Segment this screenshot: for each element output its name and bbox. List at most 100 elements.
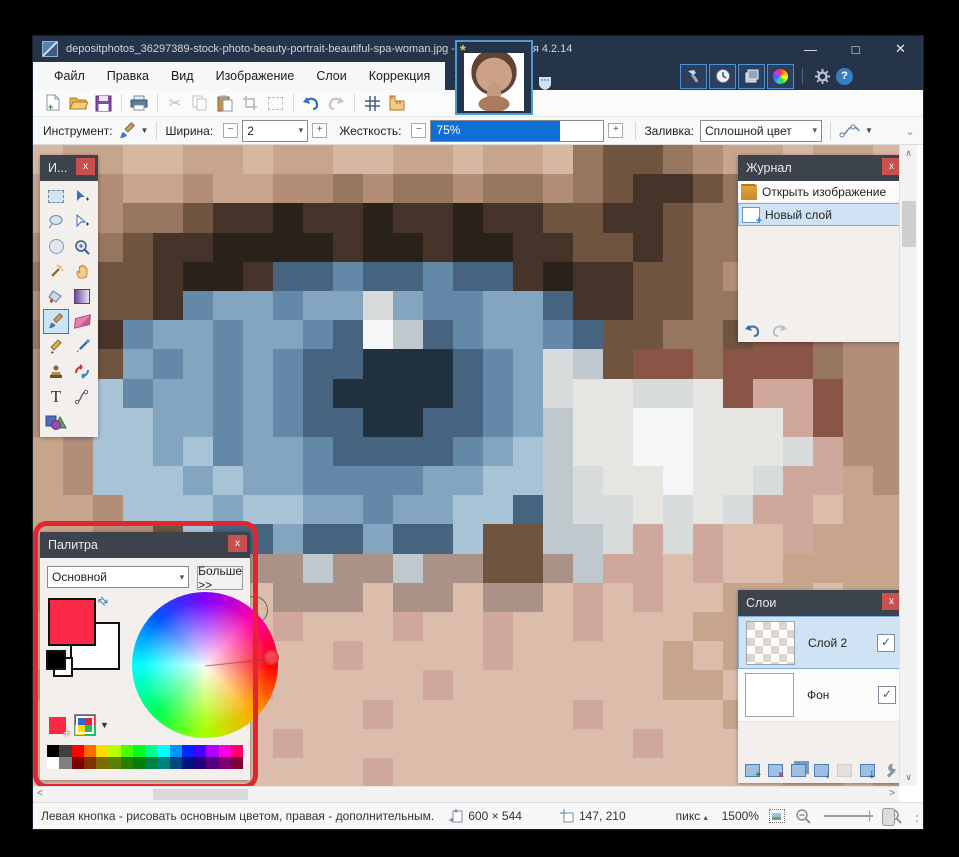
palette-panel-header[interactable]: Палитра x bbox=[40, 532, 250, 558]
duplicate-layer-button[interactable] bbox=[788, 761, 808, 780]
tool-zoom[interactable] bbox=[69, 234, 95, 259]
tool-move-selection-outline[interactable] bbox=[69, 209, 95, 234]
copy-button[interactable] bbox=[188, 92, 212, 114]
tools-panel-header[interactable]: И... x bbox=[40, 155, 98, 181]
palette-swatch[interactable] bbox=[59, 757, 71, 769]
close-button[interactable]: ✕ bbox=[878, 36, 923, 62]
minimize-button[interactable]: — bbox=[788, 36, 833, 62]
tool-color-picker[interactable] bbox=[69, 334, 95, 359]
tool-gradient[interactable] bbox=[69, 284, 95, 309]
canvas-area[interactable]: И... x T bbox=[33, 145, 899, 786]
tool-pencil[interactable] bbox=[43, 334, 69, 359]
width-combobox[interactable]: 2▾ bbox=[242, 120, 308, 142]
tool-move-selection[interactable] bbox=[69, 184, 95, 209]
history-panel-close-button[interactable]: x bbox=[882, 158, 899, 175]
scroll-left-arrow[interactable]: < bbox=[37, 788, 43, 799]
tools-toggle-button[interactable] bbox=[680, 64, 707, 89]
palette-swatch[interactable] bbox=[84, 757, 96, 769]
palette-swatch[interactable] bbox=[121, 757, 133, 769]
tool-clone-stamp[interactable] bbox=[43, 359, 69, 384]
palette-swatch[interactable] bbox=[96, 757, 108, 769]
tool-shapes[interactable] bbox=[43, 409, 69, 434]
menu-item-5[interactable]: Коррекция bbox=[358, 69, 441, 83]
history-item-0[interactable]: Открыть изображение bbox=[738, 181, 899, 203]
unit-selector[interactable]: пикс ▴ bbox=[676, 809, 708, 823]
palette-mode-combobox[interactable]: Основной▾ bbox=[47, 566, 189, 588]
palette-swatch[interactable] bbox=[194, 757, 206, 769]
zoom-slider-thumb[interactable] bbox=[882, 808, 895, 826]
image-tab[interactable]: * bbox=[455, 40, 533, 115]
tool-magic-wand[interactable] bbox=[43, 259, 69, 284]
palette-swatch[interactable] bbox=[231, 757, 243, 769]
antialiasing-button[interactable]: ▼ bbox=[839, 124, 873, 138]
color-wheel-selector[interactable] bbox=[264, 650, 279, 665]
history-undo-icon[interactable] bbox=[744, 324, 762, 338]
layers-panel-header[interactable]: Слои x bbox=[738, 590, 899, 616]
colors-toggle-button[interactable] bbox=[767, 64, 794, 89]
layer-visibility-checkbox[interactable]: ✓ bbox=[877, 634, 895, 652]
merge-layer-down-button[interactable]: ↓ bbox=[811, 761, 831, 780]
settings-button[interactable] bbox=[814, 68, 831, 85]
palette-swatch[interactable] bbox=[72, 757, 84, 769]
palette-swatch[interactable] bbox=[157, 757, 169, 769]
tool-rectangle-select[interactable] bbox=[43, 184, 69, 209]
move-layer-up-button[interactable]: ↑ bbox=[834, 761, 854, 780]
palette-swatch[interactable] bbox=[170, 757, 182, 769]
vertical-scrollbar[interactable]: ∧ ∨ bbox=[899, 145, 917, 786]
palette-swatch[interactable] bbox=[219, 757, 231, 769]
history-toggle-button[interactable] bbox=[709, 64, 736, 89]
palette-swatch[interactable] bbox=[133, 757, 145, 769]
crop-button[interactable] bbox=[238, 92, 262, 114]
width-minus-button[interactable]: − bbox=[223, 123, 238, 138]
menu-item-2[interactable]: Вид bbox=[160, 69, 205, 83]
menu-item-4[interactable]: Слои bbox=[305, 69, 357, 83]
deselect-button[interactable] bbox=[263, 92, 287, 114]
add-color-button[interactable] bbox=[49, 717, 66, 734]
palette-swatch[interactable] bbox=[206, 745, 218, 757]
palette-swatch[interactable] bbox=[133, 745, 145, 757]
tool-text[interactable]: T bbox=[43, 384, 69, 409]
width-plus-button[interactable]: + bbox=[312, 123, 327, 138]
palette-swatch[interactable] bbox=[72, 745, 84, 757]
palette-collection-dropdown-arrow[interactable]: ▼ bbox=[100, 720, 109, 730]
new-file-button[interactable]: + bbox=[41, 92, 65, 114]
zoom-out-button[interactable] bbox=[795, 808, 811, 824]
menu-item-3[interactable]: Изображение bbox=[205, 69, 306, 83]
horizontal-scroll-thumb[interactable] bbox=[153, 789, 248, 800]
scroll-down-arrow[interactable]: ∨ bbox=[900, 772, 917, 783]
history-redo-icon[interactable] bbox=[770, 324, 788, 338]
layer-visibility-checkbox[interactable]: ✓ bbox=[878, 686, 896, 704]
palette-swatch[interactable] bbox=[231, 745, 243, 757]
palette-more-button[interactable]: Больше >> bbox=[197, 566, 243, 590]
palette-swatch[interactable] bbox=[145, 745, 157, 757]
help-button[interactable]: ? bbox=[836, 68, 853, 85]
open-file-button[interactable] bbox=[66, 92, 90, 114]
horizontal-scrollbar[interactable]: < > bbox=[33, 786, 899, 802]
layer-row-1[interactable]: Фон✓ bbox=[738, 669, 899, 722]
layer-row-0[interactable]: Слой 2✓ bbox=[738, 616, 899, 669]
move-layer-down-button[interactable]: ⇣ bbox=[857, 761, 877, 780]
vertical-scroll-thumb[interactable] bbox=[902, 201, 916, 247]
palette-swatch[interactable] bbox=[96, 745, 108, 757]
print-button[interactable] bbox=[127, 92, 151, 114]
palette-swatch[interactable] bbox=[182, 757, 194, 769]
undo-button[interactable] bbox=[299, 92, 323, 114]
palette-panel-close-button[interactable]: x bbox=[228, 535, 247, 552]
tool-ellipse-select[interactable] bbox=[43, 234, 69, 259]
current-tool-button[interactable]: ▼ bbox=[119, 122, 149, 140]
layer-properties-button[interactable] bbox=[880, 761, 899, 780]
palette-swatch[interactable] bbox=[108, 757, 120, 769]
hardness-minus-button[interactable]: − bbox=[411, 123, 426, 138]
redo-button[interactable] bbox=[324, 92, 348, 114]
palette-swatch[interactable] bbox=[206, 757, 218, 769]
layers-panel-close-button[interactable]: x bbox=[882, 593, 899, 610]
palette-swatch[interactable] bbox=[219, 745, 231, 757]
hardness-slider[interactable]: 75% bbox=[430, 120, 604, 142]
tools-panel-close-button[interactable]: x bbox=[76, 158, 95, 175]
paste-button[interactable] bbox=[213, 92, 237, 114]
palette-swatch[interactable] bbox=[59, 745, 71, 757]
scroll-up-arrow[interactable]: ∧ bbox=[900, 148, 917, 159]
palette-swatch[interactable] bbox=[121, 745, 133, 757]
menu-item-0[interactable]: Файл bbox=[43, 69, 96, 83]
tool-lasso-select[interactable] bbox=[43, 209, 69, 234]
